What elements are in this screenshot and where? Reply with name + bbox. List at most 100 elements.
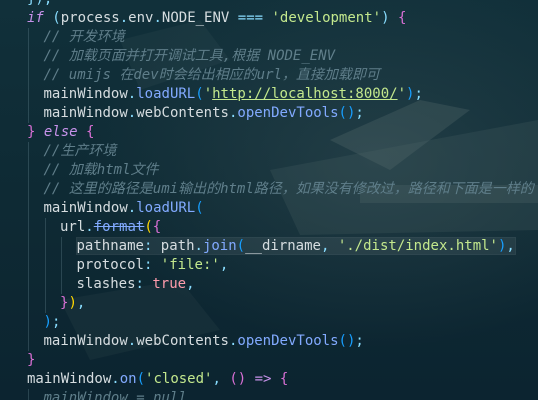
code-line[interactable]: mainWindow.webContents.openDevTools(); [0,332,538,351]
code-token: 'file:' [160,257,220,273]
code-token: }); [27,0,52,7]
code-token: , [186,276,195,292]
code-line-content: // umijs 在dev时会给出相应的url，直接加载即可 [44,67,380,83]
code-line-content: // 开发环境 [44,29,125,45]
code-token: // 这里的路径是umi输出的html路径，如果没有修改过，路径和下面是一样的 [43,181,534,197]
code-line-content: //生产环境 [44,143,117,159]
code-line[interactable]: mainWindow.on('closed', () => { [0,370,538,389]
code-token: () [338,333,356,349]
code-line[interactable]: //生产环境 [0,142,538,161]
code-line-content: protocol: 'file:', [77,257,229,273]
code-token: if [27,10,44,26]
code-line[interactable]: ); [0,313,538,332]
code-line[interactable]: }); [0,0,538,9]
code-token: loadURL [136,86,196,102]
code-line[interactable]: // umijs 在dev时会给出相应的url，直接加载即可 [0,66,538,85]
code-token: process [60,10,120,26]
code-line-content: // 加载页面并打开调试工具,根据 NODE_ENV [44,48,336,64]
indent-guide [28,389,29,400]
code-line[interactable]: slashes: true, [0,275,538,294]
code-token: ; [414,86,423,102]
code-token: else [35,124,87,140]
indent-guide [44,237,46,256]
code-token: : [143,257,161,273]
code-token: // umijs 在dev时会给出相应的url，直接加载即可 [43,67,380,83]
code-token: ( [236,238,246,254]
code-token: // 开发环境 [43,29,125,45]
indent-guide [61,275,62,294]
indent-guide [28,294,29,313]
code-token: ( [195,86,204,102]
indent-guide [61,237,62,256]
code-line-content: mainWindow.loadURL('http://localhost:800… [44,86,423,102]
code-line[interactable]: } else { [0,123,538,142]
code-token: slashes [76,276,136,292]
code-token: . [111,371,120,387]
indent-guide [28,313,29,332]
code-token: ' [397,86,406,102]
code-token: __dirname [245,238,321,254]
code-line-content: }), [60,295,85,311]
code-line[interactable]: protocol: 'file:', [0,256,538,275]
code-token: openDevTools [237,333,339,349]
code-token: . [194,238,203,254]
code-token: pathname [76,238,144,254]
code-token: 'closed' [145,371,213,387]
code-editor[interactable]: });if (process.env.NODE_ENV === 'develop… [0,0,538,400]
code-token: webContents [136,333,229,349]
code-line[interactable]: mainWindow.loadURL('http://localhost:800… [0,85,538,104]
indent-guide [44,275,46,294]
code-token: => [254,371,280,387]
code-token: . [127,333,137,349]
indent-guide [28,47,29,66]
code-line[interactable]: mainWindow.loadURL( [0,199,538,218]
indent-guide [28,332,29,351]
code-token: mainWindow [43,333,128,349]
code-token: url [60,219,86,235]
code-token: join [202,238,237,254]
code-token: . [127,105,137,121]
code-token: NODE_ENV [161,10,230,26]
code-token: mainWindow [43,86,128,102]
code-line-content: } [27,352,35,368]
code-line[interactable]: pathname: path.join(__dirname, './dist/i… [0,237,538,256]
code-area[interactable]: });if (process.env.NODE_ENV === 'develop… [0,0,538,400]
code-token: ) [381,10,398,26]
indent-guide [28,161,29,180]
code-token: { [152,219,162,235]
indent-guide [28,142,29,161]
code-token: mainWindow [43,105,128,121]
code-line[interactable]: // 这里的路径是umi输出的html路径，如果没有修改过，路径和下面是一样的 [0,180,538,199]
code-token: openDevTools [237,105,339,121]
code-token: // 加载html文件 [43,162,159,178]
code-token: ) [68,295,77,311]
code-token: env [128,10,154,26]
code-token: //生产环境 [43,143,117,159]
code-token: loadURL [136,200,196,216]
code-token: http://localhost:8000/ [212,86,398,102]
code-line[interactable]: }), [0,294,538,313]
indent-guide [28,237,29,256]
code-token: , [506,238,515,254]
indent-guide [28,256,29,275]
indent-guide [61,256,62,275]
indent-guide [28,66,29,85]
code-line-content: } else { [27,124,94,140]
code-line[interactable]: mainWindow.webContents.openDevTools(); [0,104,538,123]
code-line-content: url.format({ [60,219,161,235]
code-line[interactable]: } [0,351,538,370]
indent-guide [28,28,29,47]
code-line[interactable]: url.format({ [0,218,538,237]
code-line[interactable]: mainWindow = null [0,389,538,400]
code-line-content: if (process.env.NODE_ENV === 'developmen… [27,10,406,26]
code-line-content: mainWindow = null [44,390,187,400]
code-line-content: // 加载html文件 [44,162,159,178]
indent-guide [28,275,29,294]
code-token: . [119,10,129,26]
code-line[interactable]: // 加载页面并打开调试工具,根据 NODE_ENV [0,47,538,66]
code-token: ' [203,86,213,102]
code-line[interactable]: // 加载html文件 [0,161,538,180]
code-token: mainWindow [43,200,128,216]
code-line[interactable]: if (process.env.NODE_ENV === 'developmen… [0,9,538,28]
code-line[interactable]: // 开发环境 [0,28,538,47]
